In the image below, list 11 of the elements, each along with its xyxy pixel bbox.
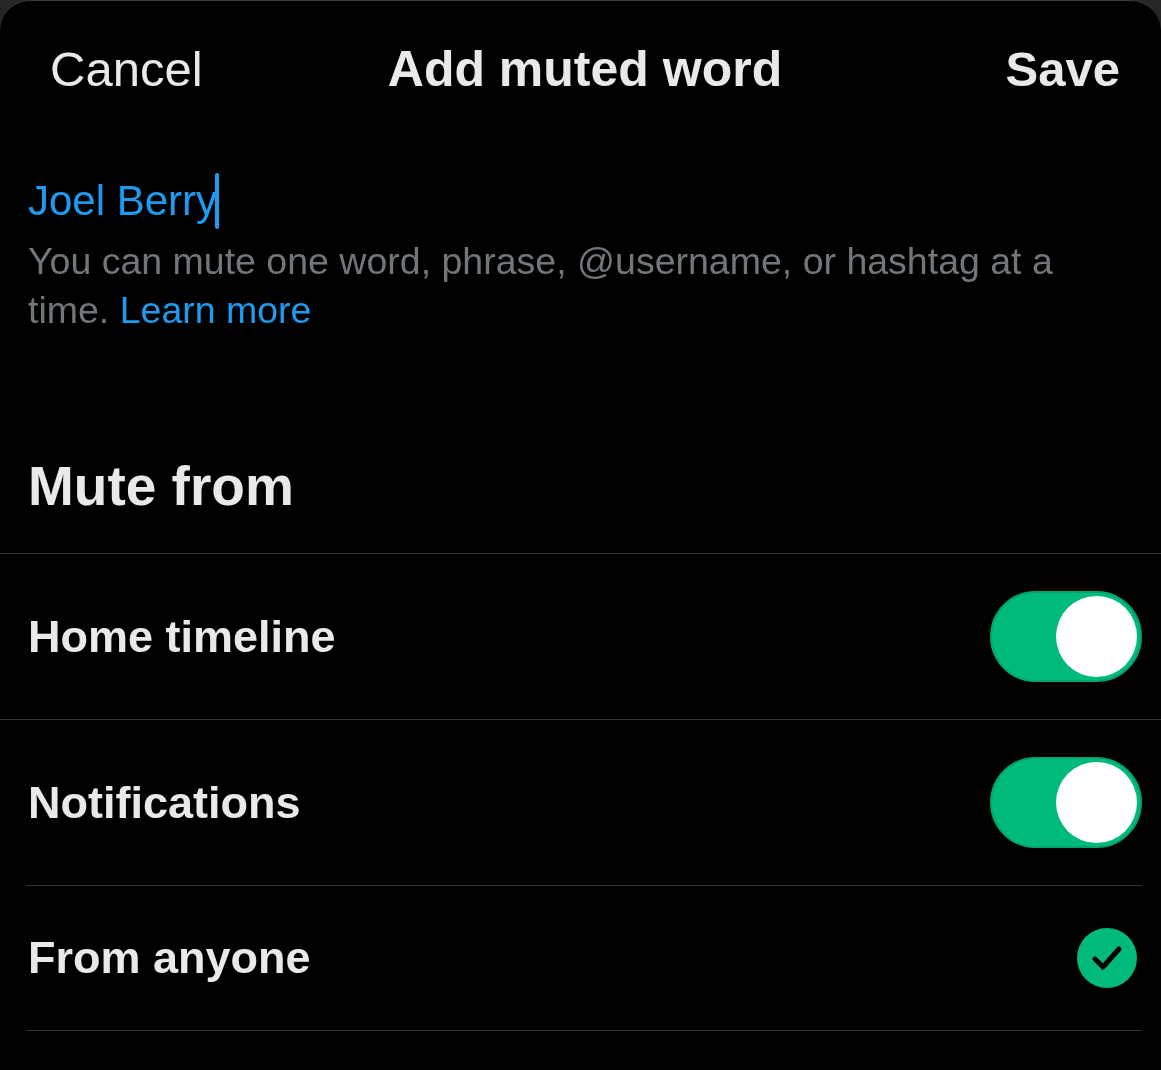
checkmark-icon[interactable] — [1077, 928, 1137, 988]
option-label: From anyone — [28, 932, 311, 984]
dialog-title: Add muted word — [387, 39, 783, 98]
learn-more-link[interactable]: Learn more — [119, 289, 312, 331]
option-label: Notifications — [28, 776, 301, 829]
muted-word-input-field[interactable]: Joel Berry — [28, 173, 220, 229]
help-text: You can mute one word, phrase, @username, or hashtag at a time. Learn more — [28, 239, 1054, 333]
cancel-button[interactable]: Cancel — [50, 39, 203, 98]
save-button[interactable]: Save — [1005, 39, 1120, 98]
option-label: Home timeline — [28, 610, 336, 663]
section-heading: Mute from — [28, 456, 295, 516]
